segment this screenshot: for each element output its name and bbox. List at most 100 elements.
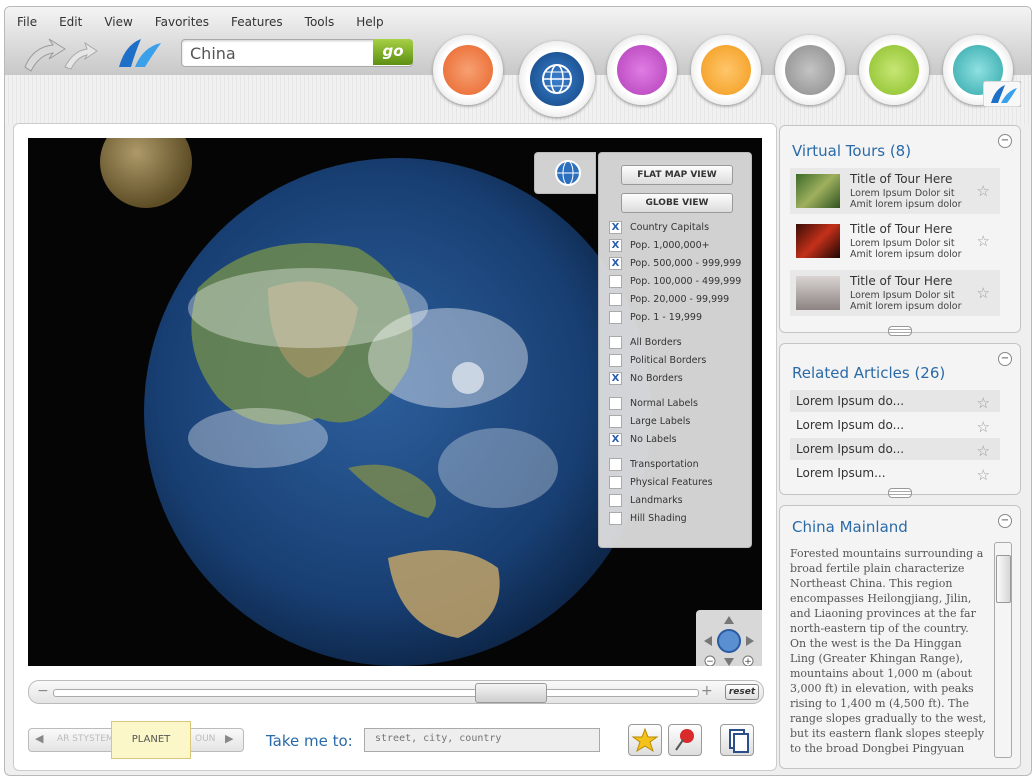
checkbox[interactable] [609,311,622,324]
checkbox[interactable] [609,336,622,349]
back-forward-arrow-icon[interactable] [19,37,99,73]
collapse-info-button[interactable]: − [998,514,1012,528]
menu-help[interactable]: Help [356,15,383,29]
article-item[interactable]: Lorem Ipsum do... ☆ [790,414,1000,436]
layer-option[interactable]: X No Borders [609,372,683,386]
layer-option[interactable]: Pop. 100,000 - 499,999 [609,275,741,289]
nav-shop-button[interactable] [433,35,503,105]
layers-tab[interactable] [534,152,596,194]
layer-option[interactable]: Political Borders [609,354,706,368]
layer-option[interactable]: X No Labels [609,433,677,447]
layer-option[interactable]: Transportation [609,458,699,472]
globe-map-view[interactable]: FLAT MAP VIEW GLOBE VIEW X Country Capita… [28,138,762,666]
layer-option[interactable]: Hill Shading [609,512,687,526]
map-navigation-control[interactable]: − + [696,610,762,666]
scrollbar-thumb[interactable] [996,555,1011,603]
tour-desc: Lorem Ipsum Dolor sit Amit lorem ipsum do… [850,290,962,312]
nav-stars-button[interactable] [775,35,845,105]
favorite-star-icon[interactable]: ☆ [977,464,990,486]
nav-folder-button[interactable] [859,35,929,105]
tour-item[interactable]: Title of Tour Here Lorem Ipsum Dolor sit… [790,168,1000,214]
layer-option-label: Pop. 500,000 - 999,999 [630,258,742,269]
checkbox[interactable]: X [609,239,622,252]
favorite-star-icon[interactable]: ☆ [977,284,990,302]
checkbox[interactable] [609,494,622,507]
menu-tools[interactable]: Tools [305,15,335,29]
checkbox[interactable] [609,354,622,367]
layer-option[interactable]: Physical Features [609,476,713,490]
menu-favorites[interactable]: Favorites [155,15,209,29]
scope-prev-arrow-icon[interactable]: ◀ [35,732,43,745]
go-button[interactable]: go [373,39,413,65]
zoom-in-button[interactable]: + [701,683,713,699]
menu-features[interactable]: Features [231,15,283,29]
layer-option[interactable]: Large Labels [609,415,690,429]
tour-desc: Lorem Ipsum Dolor sit Amit lorem ipsum do… [850,238,962,260]
menu-edit[interactable]: Edit [59,15,82,29]
tour-item[interactable]: Title of Tour Here Lorem Ipsum Dolor sit… [790,218,1000,264]
collapse-tours-button[interactable]: − [998,134,1012,148]
article-item[interactable]: Lorem Ipsum do... ☆ [790,438,1000,460]
checkbox[interactable] [609,458,622,471]
shop-icon [443,45,493,95]
articles-resize-grip[interactable] [888,488,912,498]
nav-globe-button[interactable] [519,41,595,117]
checkbox[interactable] [609,293,622,306]
feature-nav [433,35,1031,117]
layer-option-label: Normal Labels [630,398,698,409]
nav-camera-button[interactable] [691,35,761,105]
favorite-star-icon[interactable]: ☆ [977,232,990,250]
favorite-star-icon[interactable]: ☆ [977,182,990,200]
checkbox[interactable] [609,397,622,410]
info-scrollbar[interactable] [994,542,1012,758]
zoom-track[interactable] [53,689,699,697]
tours-resize-grip[interactable] [888,326,912,336]
article-item[interactable]: Lorem Ipsum... ☆ [790,462,1000,484]
layer-option[interactable]: X Pop. 1,000,000+ [609,239,710,253]
reset-button[interactable]: reset [725,684,759,700]
tour-item[interactable]: Title of Tour Here Lorem Ipsum Dolor sit… [790,270,1000,316]
checkbox[interactable] [609,512,622,525]
checkbox[interactable]: X [609,257,622,270]
layer-option[interactable]: Normal Labels [609,397,698,411]
collapse-articles-button[interactable]: − [998,352,1012,366]
menu-file[interactable]: File [17,15,37,29]
zoom-thumb[interactable] [475,683,547,703]
china-info-panel: China Mainland − Forested mountains surr… [779,505,1021,769]
favorite-star-icon[interactable]: ☆ [977,416,990,438]
search-input[interactable] [188,42,372,64]
layer-option[interactable]: Pop. 1 - 19,999 [609,311,702,325]
pin-button[interactable] [668,724,702,756]
zoom-out-button[interactable]: − [37,683,49,699]
address-input[interactable] [373,732,597,745]
checkbox[interactable] [609,476,622,489]
pushpin-icon [675,729,694,751]
scope-next-label[interactable]: OUN [195,734,215,744]
menu-view[interactable]: View [104,15,132,29]
favorite-button[interactable] [628,724,662,756]
checkbox[interactable]: X [609,433,622,446]
layer-option[interactable]: X Pop. 500,000 - 999,999 [609,257,741,271]
flat-map-view-button[interactable]: FLAT MAP VIEW [621,165,733,185]
related-articles-title: Related Articles (26) [792,364,946,382]
favorite-star-icon[interactable]: ☆ [977,392,990,414]
layer-option[interactable]: Landmarks [609,494,683,508]
layer-option[interactable]: All Borders [609,336,682,350]
layer-option[interactable]: X Country Capitals [609,221,709,235]
nav-photos-button[interactable] [607,35,677,105]
article-item[interactable]: Lorem Ipsum do... ☆ [790,390,1000,412]
scope-next-arrow-icon[interactable]: ▶ [225,732,233,745]
favorite-star-icon[interactable]: ☆ [977,440,990,462]
checkbox[interactable] [609,275,622,288]
map-content: FLAT MAP VIEW GLOBE VIEW X Country Capita… [13,123,777,771]
scope-current[interactable]: PLANET [111,721,191,759]
copy-button[interactable] [720,724,754,756]
layer-option[interactable]: Pop. 20,000 - 99,999 [609,293,729,307]
layer-option-label: Hill Shading [630,513,687,524]
checkbox[interactable] [609,415,622,428]
scope-prev-label[interactable]: AR STYSTEM [57,734,114,744]
globe-view-button[interactable]: GLOBE VIEW [621,193,733,213]
checkbox[interactable]: X [609,372,622,385]
tour-title: Title of Tour Here [850,274,953,288]
checkbox[interactable]: X [609,221,622,234]
